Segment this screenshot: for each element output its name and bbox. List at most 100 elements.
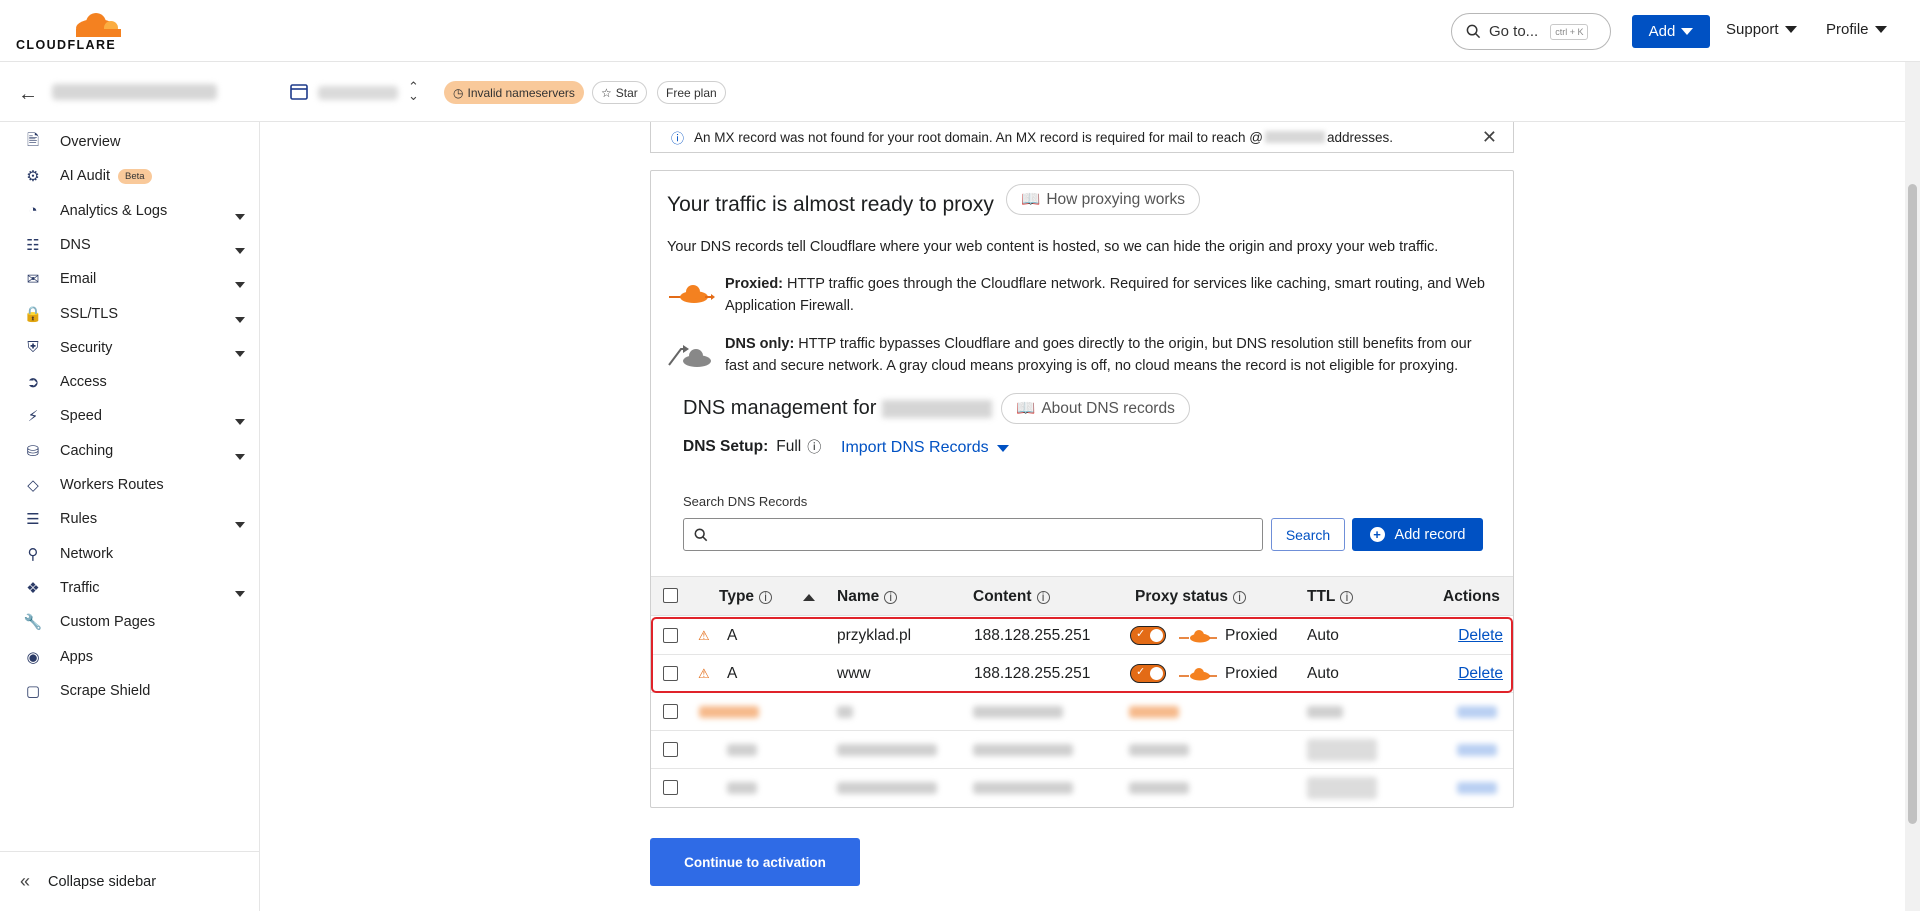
dns-only-text: HTTP traffic bypasses Cloudflare and goe… — [725, 336, 1472, 374]
cloudflare-logo[interactable]: CLOUDFLARE — [16, 10, 126, 52]
support-menu[interactable]: Support — [1726, 21, 1797, 38]
info-icon: i — [1233, 590, 1247, 604]
sidebar-item-access[interactable]: ➲ Access — [0, 365, 259, 399]
about-dns-label: About DNS records — [1041, 399, 1175, 417]
row-checkbox[interactable] — [663, 780, 678, 795]
star-button[interactable]: ☆ Star — [592, 81, 647, 104]
invalid-nameservers-label: Invalid nameservers — [467, 85, 575, 100]
login-icon: ➲ — [26, 374, 40, 392]
sidebar-item-label: Speed — [60, 408, 102, 425]
search-dns-input[interactable] — [683, 518, 1263, 551]
search-icon — [1466, 24, 1481, 39]
caret-down-icon[interactable] — [235, 276, 245, 292]
row-checkbox[interactable] — [663, 666, 678, 681]
table-row: ⚠ Awww 188.128.255.251 ✓ Proxied Auto Delete — [651, 655, 1513, 693]
sidebar-item-workers-routes[interactable]: ◇ Workers Routes — [0, 468, 259, 502]
zone-switcher-icon[interactable]: ⌃ ⌄ — [408, 80, 419, 102]
caret-down-icon[interactable] — [235, 413, 245, 429]
how-proxying-works-button[interactable]: 📖 How proxying works — [1006, 184, 1200, 215]
add-record-button[interactable]: + Add record — [1352, 518, 1483, 551]
beta-badge: Beta — [117, 168, 152, 184]
sidebar-item-email[interactable]: ✉ Email — [0, 262, 259, 296]
how-proxying-label: How proxying works — [1046, 190, 1185, 208]
sidebar-item-custom-pages[interactable]: 🔧 Custom Pages — [0, 605, 259, 639]
proxy-status-label: Proxied — [1225, 665, 1278, 682]
continue-to-activation-button[interactable]: Continue to activation — [650, 838, 860, 886]
sidebar-item-speed[interactable]: ⚡ Speed — [0, 399, 259, 433]
caret-down-icon[interactable] — [235, 516, 245, 532]
book-icon: 📖 — [1016, 400, 1036, 417]
info-icon: i — [884, 590, 898, 604]
delete-link[interactable]: Delete — [1458, 627, 1503, 645]
select-all-checkbox[interactable] — [663, 588, 678, 603]
orange-cloud-icon — [1179, 630, 1217, 643]
shortcut-hint: ctrl + K — [1550, 23, 1589, 40]
sidebar-item-analytics-logs[interactable]: ◔ Analytics & Logs — [0, 194, 259, 228]
traffic-icon: ❖ — [26, 579, 40, 597]
zone-name-redacted — [318, 86, 398, 100]
dns-only-explanation: DNS only: HTTP traffic bypasses Cloudfla… — [667, 333, 1497, 381]
row-checkbox[interactable] — [663, 628, 678, 643]
page-scrollbar[interactable] — [1905, 62, 1920, 911]
caret-down-icon[interactable] — [235, 448, 245, 464]
plan-badge[interactable]: Free plan — [657, 81, 726, 104]
info-icon[interactable]: ⓘ — [807, 437, 821, 457]
sidebar-item-label: Apps — [60, 648, 94, 665]
double-chevron-left-icon: « — [20, 871, 31, 891]
sidebar-item-dns[interactable]: ☷ DNS — [0, 228, 259, 262]
search-button[interactable]: Search — [1271, 518, 1345, 551]
caret-down-icon[interactable] — [235, 311, 245, 327]
workers-icon: ◇ — [27, 477, 39, 494]
record-name: przyklad.pl — [837, 627, 912, 644]
row-checkbox[interactable] — [663, 704, 678, 719]
chevron-down-icon — [1784, 26, 1797, 33]
chevron-down-icon — [1681, 28, 1694, 35]
column-type[interactable]: Type i — [719, 588, 816, 606]
sidebar-item-scrape-shield[interactable]: ▢ Scrape Shield — [0, 674, 259, 708]
column-content[interactable]: Content i — [973, 588, 1050, 606]
sidebar-item-traffic[interactable]: ❖ Traffic — [0, 571, 259, 605]
search-icon — [694, 528, 708, 541]
table-row: ⚠ Aprzyklad.pl 188.128.255.251 ✓ Proxied Auto… — [651, 617, 1513, 655]
close-icon[interactable]: ✕ — [1482, 127, 1497, 148]
caret-down-icon[interactable] — [235, 208, 245, 224]
zone-header: ← ⌃ ⌄ — [0, 62, 1905, 122]
caret-down-icon[interactable] — [235, 585, 245, 601]
column-name[interactable]: Name i — [837, 588, 898, 606]
column-ttl[interactable]: TTL i — [1307, 588, 1354, 606]
sidebar-item-caching[interactable]: ⛁ Caching — [0, 434, 259, 468]
go-to-search[interactable]: Go to... ctrl + K — [1451, 13, 1611, 50]
delete-link[interactable]: Delete — [1458, 665, 1503, 683]
check-icon: ✓ — [1136, 666, 1146, 678]
sidebar-item-security[interactable]: ⛨ Security — [0, 331, 259, 365]
collapse-sidebar-button[interactable]: « Collapse sidebar — [0, 851, 259, 911]
column-proxy-status[interactable]: Proxy status i — [1135, 588, 1247, 606]
row-checkbox[interactable] — [663, 742, 678, 757]
sidebar-item-apps[interactable]: ◉ Apps — [0, 640, 259, 674]
proxy-toggle[interactable]: ✓ — [1130, 664, 1166, 683]
sidebar-item-ai-audit[interactable]: ⚙ AI Audit Beta — [0, 159, 259, 193]
proxy-toggle[interactable]: ✓ — [1130, 626, 1166, 645]
import-dns-records-dropdown[interactable]: Import DNS Records — [841, 439, 1009, 457]
profile-menu[interactable]: Profile — [1826, 21, 1887, 38]
sort-ascending-icon[interactable] — [803, 593, 816, 601]
about-dns-records-button[interactable]: 📖 About DNS records — [1001, 393, 1190, 424]
search-dns-label: Search DNS Records — [683, 494, 808, 509]
caret-down-icon[interactable] — [235, 345, 245, 361]
envelope-icon: ✉ — [26, 271, 40, 289]
scrollbar-thumb[interactable] — [1908, 184, 1917, 824]
invalid-nameservers-badge[interactable]: ◷ Invalid nameservers — [444, 81, 584, 104]
caret-down-icon[interactable] — [235, 242, 245, 258]
sidebar-item-network[interactable]: ⚲ Network — [0, 537, 259, 571]
sidebar-item-label: SSL/TLS — [60, 305, 119, 322]
back-arrow-icon[interactable]: ← — [18, 83, 38, 106]
profile-label: Profile — [1826, 21, 1869, 38]
plus-icon: + — [1369, 527, 1385, 542]
sidebar-item-ssl-tls[interactable]: 🔒 SSL/TLS — [0, 297, 259, 331]
sidebar-item-rules[interactable]: ☰ Rules — [0, 502, 259, 536]
proxied-title: Proxied: — [725, 276, 784, 292]
sidebar-item-overview[interactable]: 🖹 Overview — [0, 125, 259, 159]
add-button[interactable]: Add — [1632, 15, 1710, 48]
card-title: Your traffic is almost ready to proxy — [667, 193, 994, 216]
dns-setup-label: DNS Setup: — [683, 438, 769, 455]
